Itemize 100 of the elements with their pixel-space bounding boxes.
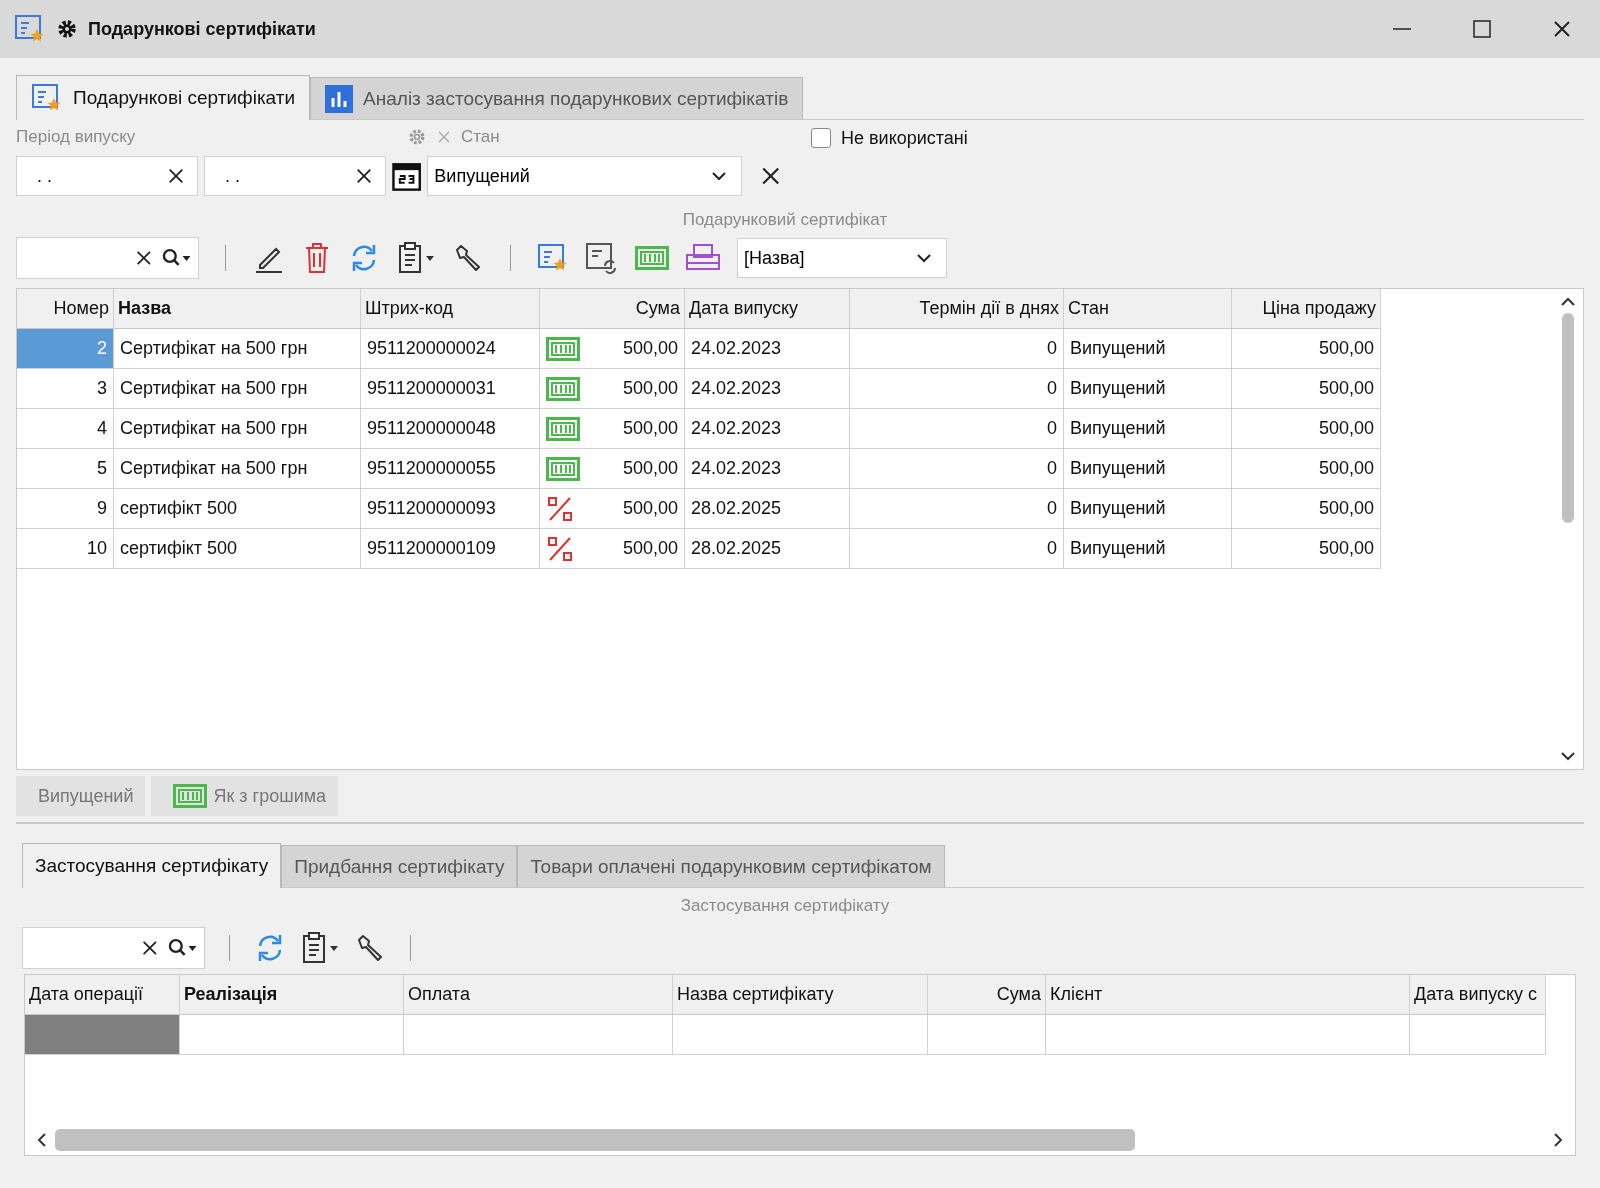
field-label: Період випуску	[16, 127, 136, 147]
close-icon[interactable]	[1552, 19, 1572, 39]
cash-icon	[546, 336, 580, 361]
search-icon[interactable]	[160, 247, 192, 269]
column-header[interactable]: Дата випуску	[685, 289, 850, 329]
date-field[interactable]: . .	[16, 156, 199, 196]
column-header[interactable]: Ціна продажу	[1232, 289, 1381, 329]
days-cell: 0	[850, 329, 1064, 369]
column-header[interactable]: Штрих-код	[361, 289, 540, 329]
chevron-up-icon[interactable]	[1560, 297, 1576, 307]
cash-icon	[635, 246, 669, 270]
search-icon[interactable]	[166, 937, 198, 959]
percent-icon	[546, 494, 574, 523]
sum-cell: 500,00	[622, 418, 678, 439]
tab[interactable]: Придбання сертифікату	[281, 845, 518, 887]
scrollbar-thumb[interactable]	[55, 1129, 1135, 1151]
number-cell[interactable]: 10	[17, 529, 114, 569]
chevron-right-icon[interactable]	[1553, 1132, 1563, 1148]
section-label: Застосування сертифікату	[680, 896, 890, 916]
column-header[interactable]: Оплата	[404, 975, 673, 1015]
date-cell: 24.02.2023	[685, 449, 850, 489]
status-cell: Випущений	[1064, 369, 1232, 409]
search-field[interactable]	[22, 927, 205, 969]
barcode-cell: 9511200000093	[361, 489, 540, 529]
number-cell[interactable]: 5	[17, 449, 114, 489]
column-header[interactable]: Назва	[114, 289, 361, 329]
sum-cell: 500,00	[622, 498, 678, 519]
price-cell: 500,00	[1232, 449, 1381, 489]
tab[interactable]: Подарункові сертифікати	[16, 75, 311, 120]
column-header[interactable]: Сума	[540, 289, 685, 329]
unused-checkbox[interactable]: Не використані	[811, 124, 968, 152]
price-cell: 500,00	[1232, 409, 1381, 449]
number-cell[interactable]: 4	[17, 409, 114, 449]
tab[interactable]: Аналіз застосування подарункових сертифікатів	[310, 77, 804, 119]
checkbox-label: Не використані	[841, 127, 968, 149]
date-value: . .	[37, 165, 52, 187]
column-header[interactable]: Дата випуску с	[1410, 975, 1546, 1015]
barcode-cell: 9511200000024	[361, 329, 540, 369]
column-header[interactable]: Номер	[17, 289, 114, 329]
search-field[interactable]	[16, 237, 199, 279]
sum-cell: 500,00	[622, 338, 678, 359]
chevron-down-icon	[710, 171, 727, 181]
date-cell: 24.02.2023	[685, 409, 850, 449]
barcode-cell: 9511200000031	[361, 369, 540, 409]
tab[interactable]: Застосування сертифікату	[22, 843, 282, 888]
list-refresh-icon[interactable]	[585, 242, 619, 274]
checkbox[interactable]	[811, 128, 831, 148]
legend-chip: Випущений	[16, 776, 146, 816]
column-header[interactable]: Термін дії в днях	[850, 289, 1064, 329]
cash-icon	[546, 416, 580, 441]
status-cell: Випущений	[1064, 449, 1232, 489]
status-cell: Випущений	[1064, 489, 1232, 529]
cash-icon	[173, 784, 208, 808]
date-value: . .	[225, 165, 241, 187]
status-cell: Випущений	[1064, 529, 1232, 569]
name-cell: Сертифікат на 500 грн	[114, 369, 361, 409]
days-cell: 0	[850, 489, 1064, 529]
date-cell: 28.02.2025	[685, 489, 850, 529]
barcode-cell: 9511200000055	[361, 449, 540, 489]
clipboard-icon[interactable]	[300, 932, 340, 964]
number-cell[interactable]: 3	[17, 369, 114, 409]
calendar-icon[interactable]	[392, 160, 422, 192]
tab[interactable]: Товари оплачені подарунковим сертифікатом	[517, 845, 945, 887]
chevron-down-icon[interactable]	[1560, 751, 1576, 761]
cash-icon	[546, 456, 580, 481]
cash-icon	[546, 376, 580, 401]
sort-dropdown[interactable]: [Назва]	[737, 238, 947, 278]
column-header[interactable]: Клієнт	[1046, 975, 1410, 1015]
days-cell: 0	[850, 449, 1064, 489]
certificate-icon	[14, 14, 46, 44]
status-cell: Випущений	[1064, 329, 1232, 369]
name-cell: сертифікт 500	[114, 489, 361, 529]
number-cell[interactable]: 9	[17, 489, 114, 529]
sum-cell: 500,00	[622, 458, 678, 479]
name-cell: сертифікт 500	[114, 529, 361, 569]
column-header[interactable]: Назва сертифікату	[673, 975, 928, 1015]
clear-icon[interactable]	[355, 167, 374, 185]
clear-icon[interactable]	[141, 939, 159, 957]
scrollbar-thumb[interactable]	[1562, 313, 1574, 523]
column-header[interactable]: Стан	[1064, 289, 1232, 329]
column-header[interactable]: Дата операції	[25, 975, 180, 1015]
clipboard-icon[interactable]	[396, 242, 436, 274]
column-header[interactable]: Сума	[928, 975, 1046, 1015]
date-field[interactable]: . .	[204, 156, 387, 196]
name-cell: Сертифікат на 500 грн	[114, 329, 361, 369]
sum-cell: 500,00	[622, 378, 678, 399]
legend-chip: Як з грошима	[151, 776, 339, 816]
price-cell: 500,00	[1232, 329, 1381, 369]
name-cell: Сертифікат на 500 грн	[114, 449, 361, 489]
date-cell: 24.02.2023	[685, 329, 850, 369]
clear-icon[interactable]	[167, 167, 186, 185]
maximize-icon[interactable]	[1472, 19, 1492, 39]
chevron-left-icon[interactable]	[37, 1132, 47, 1148]
price-cell: 500,00	[1232, 529, 1381, 569]
settings-icon[interactable]	[56, 18, 78, 40]
clear-icon[interactable]	[135, 249, 153, 267]
status-dropdown[interactable]: Випущений	[427, 156, 742, 196]
days-cell: 0	[850, 409, 1064, 449]
column-header[interactable]: Реалізація	[180, 975, 404, 1015]
printer-icon[interactable]	[685, 243, 721, 273]
